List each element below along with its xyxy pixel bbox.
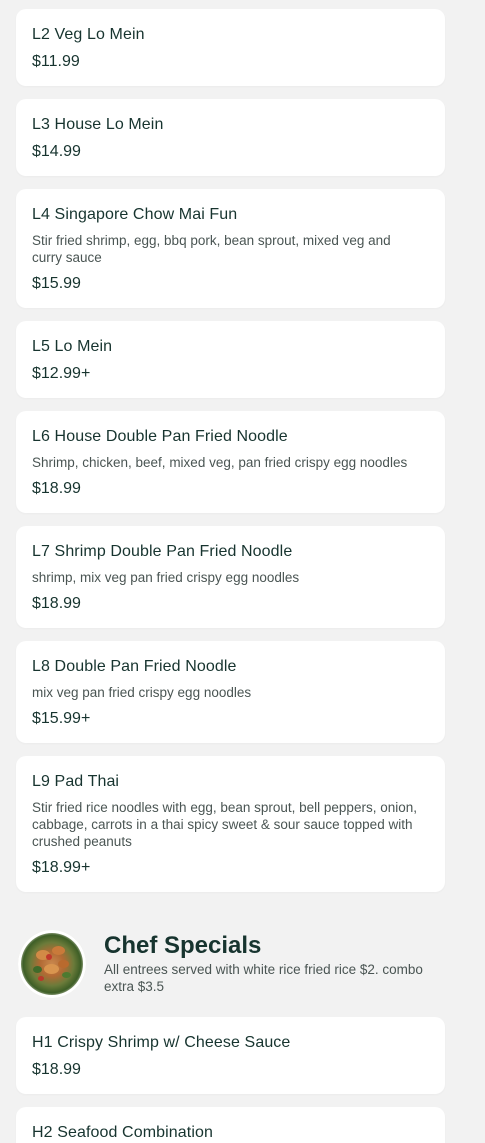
item-name: L3 House Lo Mein — [32, 116, 164, 133]
menu-item-card[interactable]: L4 Singapore Chow Mai Fun Stir fried shr… — [16, 189, 445, 308]
item-name: L9 Pad Thai — [32, 773, 120, 790]
menu-item-card[interactable]: H2 Seafood Combination — [16, 1107, 445, 1143]
item-price: $15.99 — [32, 275, 81, 292]
item-description: Stir fried rice noodles with egg, bean s… — [32, 800, 417, 849]
item-price: $15.99+ — [32, 710, 91, 727]
item-name: L6 House Double Pan Fried Noodle — [32, 428, 288, 445]
menu-item-card[interactable]: L6 House Double Pan Fried Noodle Shrimp,… — [16, 411, 445, 513]
item-name: L5 Lo Mein — [32, 338, 113, 355]
menu-item-card[interactable]: L9 Pad Thai Stir fried rice noodles with… — [16, 756, 445, 892]
item-price: $14.99 — [32, 143, 81, 160]
item-name: H2 Seafood Combination — [32, 1124, 213, 1141]
item-name: L2 Veg Lo Mein — [32, 26, 145, 43]
item-price: $18.99+ — [32, 859, 91, 876]
menu-item-card[interactable]: L5 Lo Mein $12.99+ — [16, 321, 445, 398]
item-description: shrimp, mix veg pan fried crispy egg noo… — [32, 570, 300, 585]
item-price: $18.99 — [32, 1061, 81, 1078]
section-header-chef-specials: Chef Specials All entrees served with wh… — [18, 930, 458, 1000]
menu-item-card[interactable]: L3 House Lo Mein $14.99 — [16, 99, 445, 176]
menu-page: L2 Veg Lo Mein $11.99 L3 House Lo Mein $… — [0, 0, 485, 1143]
menu-item-card[interactable]: L8 Double Pan Fried Noodle mix veg pan f… — [16, 641, 445, 743]
item-price: $11.99 — [32, 53, 80, 70]
item-description: Shrimp, chicken, beef, mixed veg, pan fr… — [32, 455, 408, 470]
section-dish-image — [18, 930, 86, 998]
item-name: L8 Double Pan Fried Noodle — [32, 658, 237, 675]
item-description: Stir fried shrimp, egg, bbq pork, bean s… — [32, 233, 391, 265]
item-price: $18.99 — [32, 595, 81, 612]
section-description: All entrees served with white rice fried… — [104, 962, 423, 994]
item-name: H1 Crispy Shrimp w/ Cheese Sauce — [32, 1034, 291, 1051]
section-title: Chef Specials — [104, 932, 262, 959]
item-price: $12.99+ — [32, 365, 91, 382]
item-name: L7 Shrimp Double Pan Fried Noodle — [32, 543, 293, 560]
menu-item-card[interactable]: L2 Veg Lo Mein $11.99 — [16, 9, 445, 86]
item-description: mix veg pan fried crispy egg noodles — [32, 685, 252, 700]
menu-item-card[interactable]: H1 Crispy Shrimp w/ Cheese Sauce $18.99 — [16, 1017, 445, 1094]
item-price: $18.99 — [32, 480, 81, 497]
item-name: L4 Singapore Chow Mai Fun — [32, 206, 238, 223]
menu-item-card[interactable]: L7 Shrimp Double Pan Fried Noodle shrimp… — [16, 526, 445, 628]
